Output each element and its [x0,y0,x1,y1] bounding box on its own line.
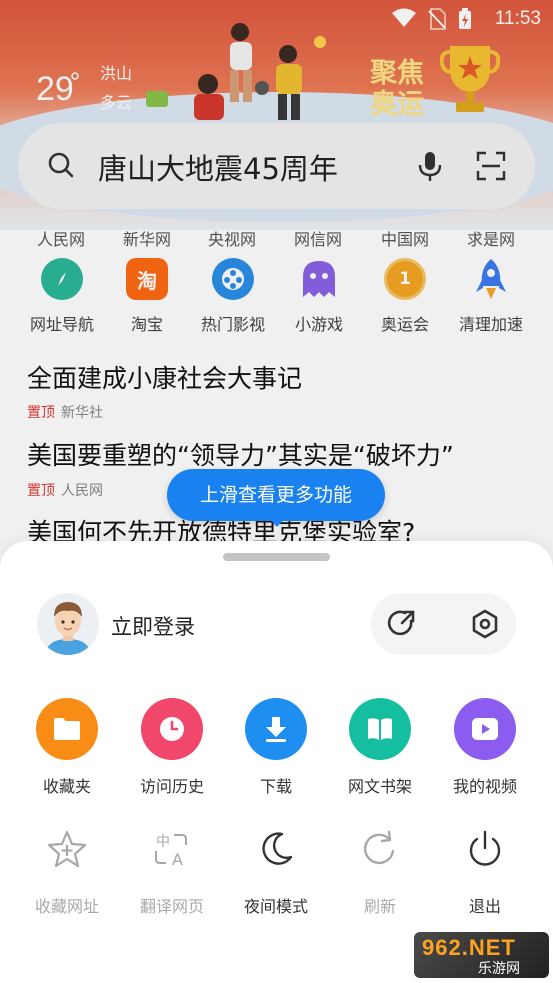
book-icon [349,698,411,760]
svg-text:A: A [172,850,183,869]
hint-pointer [268,517,286,527]
menu-label: 收藏网址 [34,897,99,916]
menu-label: 网文书架 [347,777,412,796]
menu-label: 翻译网页 [139,897,204,916]
video-play-icon [454,698,516,760]
menu-downloads[interactable]: 下载 [226,698,326,797]
refresh-icon [349,818,411,880]
tool-translate[interactable]: 中A 翻译网页 [122,818,222,917]
menu-label: 退出 [468,897,501,916]
star-plus-icon [36,818,98,880]
menu-label: 刷新 [363,897,396,916]
clock-icon [141,698,203,760]
avatar[interactable] [37,593,99,655]
menu-my-videos[interactable]: 我的视频 [435,698,535,797]
menu-label: 我的视频 [452,777,517,796]
menu-bookshelf[interactable]: 网文书架 [330,698,430,797]
tool-exit[interactable]: 退出 [435,818,535,917]
download-icon [245,698,307,760]
translate-icon: 中A [141,818,203,880]
tool-refresh[interactable]: 刷新 [330,818,430,917]
swipe-up-hint: 上滑查看更多功能 [167,469,385,521]
share-icon[interactable] [386,608,418,640]
tool-night-mode[interactable]: 夜间模式 [226,818,326,917]
menu-bookmarks[interactable]: 收藏夹 [17,698,117,797]
login-link[interactable]: 立即登录 [111,611,195,641]
menu-label: 下载 [259,777,292,796]
watermark-subtext: 乐游网 [478,961,520,977]
settings-icon[interactable] [469,608,501,640]
drag-handle[interactable] [223,553,330,561]
svg-text:中: 中 [156,834,170,850]
tool-add-bookmark[interactable]: 收藏网址 [17,818,117,917]
menu-label: 访问历史 [139,777,204,796]
menu-history[interactable]: 访问历史 [122,698,222,797]
moon-icon [245,818,307,880]
menu-label: 夜间模式 [243,897,308,916]
folder-icon [36,698,98,760]
power-icon [454,818,516,880]
menu-label: 收藏夹 [42,777,91,796]
